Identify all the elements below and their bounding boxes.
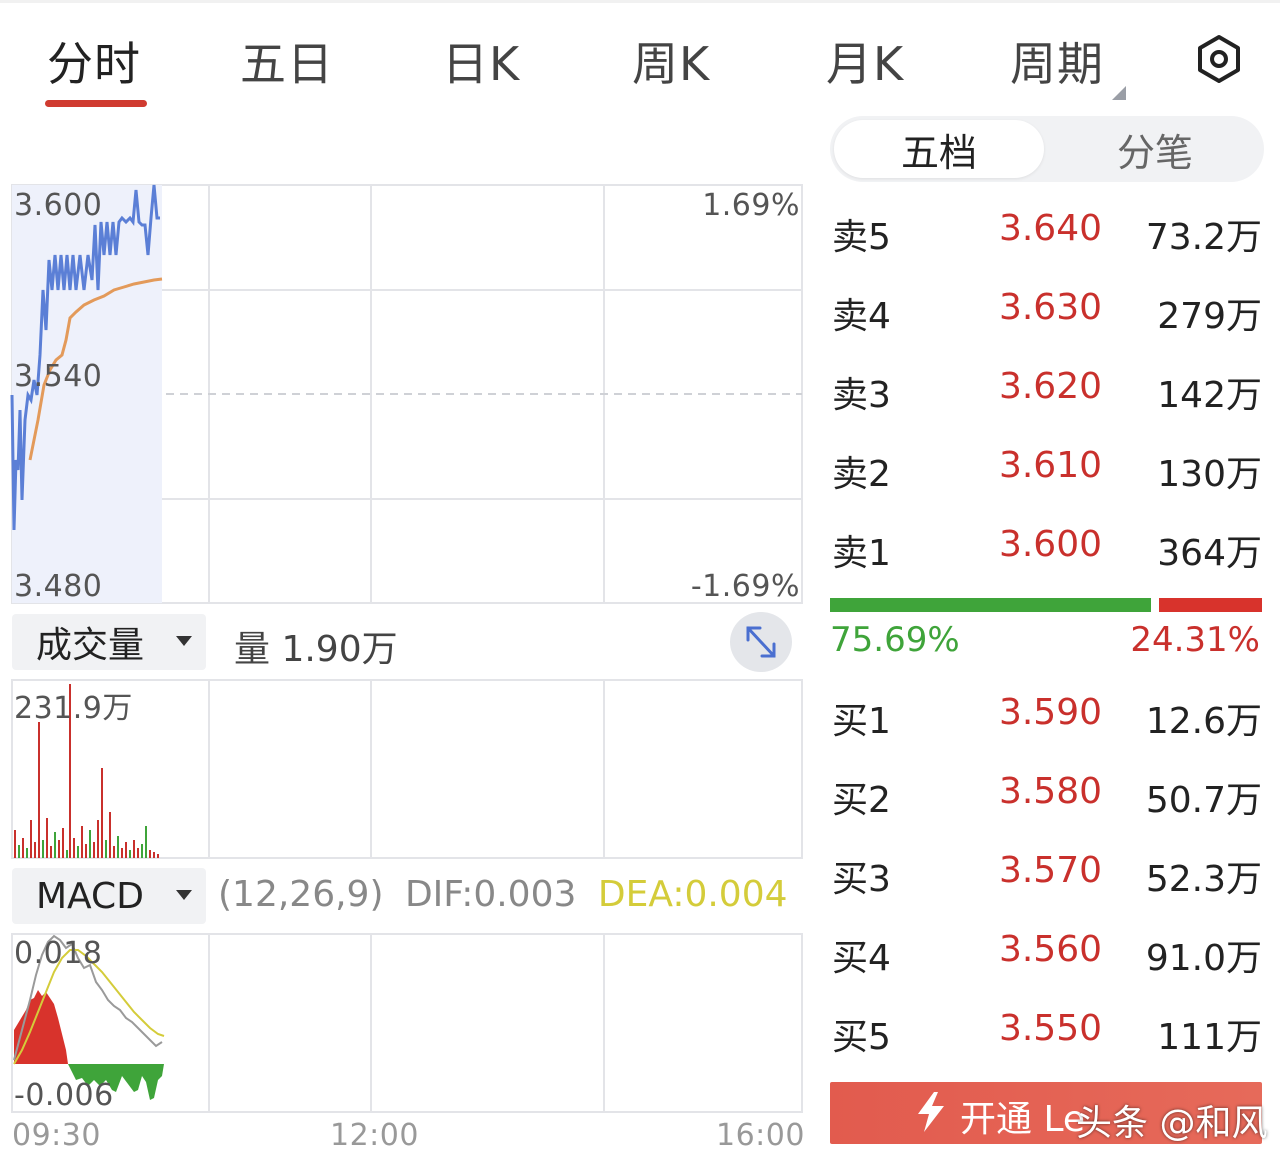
pct-bottom: -1.69% [690,569,800,604]
tab-tick-trades[interactable]: 分笔 [1050,120,1260,178]
watermark: 头条 @和风 [1076,1103,1268,1144]
ask-label: 卖1 [832,533,891,574]
ask-volume: 364万 [1157,533,1262,574]
ask-price: 3.640 [998,208,1102,249]
bid-price: 3.590 [998,692,1102,733]
bid-volume: 50.7万 [1145,780,1262,821]
ask-volume: 73.2万 [1145,217,1262,258]
ask-price: 3.610 [998,445,1102,486]
hexagon-gear-icon[interactable] [1194,34,1244,84]
bid-row: 买2 3.580 50.7万 [832,771,1262,821]
bid-volume: 111万 [1157,1017,1262,1058]
price-y-top: 3.600 [14,188,103,223]
macd-dif-value: DIF:0.003 [404,874,577,915]
ask-row: 卖2 3.610 130万 [832,445,1262,495]
price-y-bottom: 3.480 [14,569,103,604]
ask-label: 卖5 [832,217,891,258]
price-y-mid: 3.540 [14,359,103,394]
bid-price: 3.550 [998,1008,1102,1049]
ask-price: 3.630 [998,287,1102,328]
ask-row: 卖4 3.630 279万 [832,287,1262,337]
macd-y-bottom: -0.006 [14,1078,114,1113]
macd-selector-label: MACD [36,875,144,917]
ask-label: 卖3 [832,375,891,416]
ask-price: 3.600 [998,524,1102,565]
current-volume: 量 1.90万 [234,629,398,670]
bid-label: 买5 [832,1017,891,1058]
bid-row: 买4 3.560 91.0万 [832,929,1262,979]
bid-label: 买3 [832,859,891,900]
ask-volume: 130万 [1157,454,1262,495]
macd-indicator-select[interactable]: MACD [12,868,206,924]
ask-volume: 279万 [1157,296,1262,337]
ask-row: 卖1 3.600 364万 [832,524,1262,574]
bid-label: 买1 [832,701,891,742]
bid-volume: 91.0万 [1145,938,1262,979]
bid-label: 买4 [832,938,891,979]
ask-price: 3.620 [998,366,1102,407]
time-axis-start: 09:30 [12,1118,101,1153]
caret-down-icon [176,636,192,646]
volume-selector-label: 成交量 [36,625,145,666]
tab-period[interactable]: 周期 [1010,28,1104,94]
bid-row: 买5 3.550 111万 [832,1008,1262,1058]
ask-row: 卖3 3.620 142万 [832,366,1262,416]
buy-ratio-text: 75.69% [830,620,960,660]
macd-params-text: (12,26,9) [218,874,384,915]
banner-text: 开通 Le [960,1099,1086,1140]
tab-five-levels[interactable]: 五档 [834,120,1044,178]
bid-price: 3.580 [998,771,1102,812]
ask-label: 卖4 [832,296,891,337]
sell-ratio-fill [1159,598,1262,612]
bid-row: 买1 3.590 12.6万 [832,692,1262,742]
ask-volume: 142万 [1157,375,1262,416]
expand-arrows-icon [746,626,776,658]
bid-label: 买2 [832,780,891,821]
price-area-fill [12,185,162,603]
pct-top: 1.69% [702,188,800,223]
sell-ratio-text: 24.31% [1130,620,1260,660]
volume-indicator-select[interactable]: 成交量 [12,614,206,670]
buy-sell-ratio-bar [830,598,1262,612]
tab-monthly-k[interactable]: 月K [826,28,904,94]
bid-price: 3.560 [998,929,1102,970]
macd-dea-value: DEA:0.004 [597,874,788,915]
macd-y-top: 0.018 [14,936,103,971]
buy-ratio-fill [830,598,1151,612]
macd-parameters: (12,26,9) DIF:0.003 DEA:0.004 M [218,874,804,922]
bid-volume: 52.3万 [1145,859,1262,900]
volume-max-label: 231.9万 [14,691,133,726]
ask-row: 卖5 3.640 73.2万 [832,208,1262,258]
time-axis-end: 16:00 [716,1118,805,1153]
ask-label: 卖2 [832,454,891,495]
lightning-icon [918,1092,944,1132]
expand-chart-button[interactable] [730,612,792,672]
bid-row: 买3 3.570 52.3万 [832,850,1262,900]
time-axis-mid: 12:00 [330,1118,419,1153]
caret-down-icon [176,890,192,900]
bid-price: 3.570 [998,850,1102,891]
bid-volume: 12.6万 [1145,701,1262,742]
period-dropdown-indicator [1112,86,1126,100]
